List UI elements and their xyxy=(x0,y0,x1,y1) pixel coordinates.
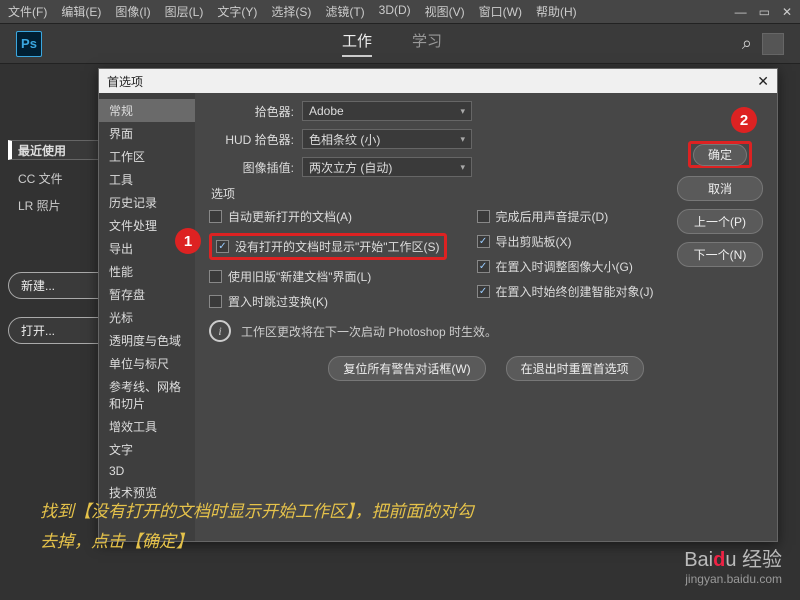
search-icon[interactable]: ⌕ xyxy=(742,33,752,54)
cat-transparency[interactable]: 透明度与色域 xyxy=(99,329,195,352)
app-logo: Ps xyxy=(16,31,42,57)
menu-type[interactable]: 文字(Y) xyxy=(217,3,257,20)
cat-history[interactable]: 历史记录 xyxy=(99,191,195,214)
highlight-ok: 确定 xyxy=(688,141,752,168)
cat-performance[interactable]: 性能 xyxy=(99,260,195,283)
top-toolbar: Ps 工作 学习 ⌕ xyxy=(0,24,800,64)
tab-work[interactable]: 工作 xyxy=(342,30,372,57)
watermark-url: jingyan.baidu.com xyxy=(684,572,782,586)
menu-select[interactable]: 选择(S) xyxy=(271,3,311,20)
tutorial-annotation: 找到【没有打开的文档时显示开始工作区】，把前面的对勾 去掉，点击【确定】 xyxy=(40,497,474,558)
menu-filter[interactable]: 滤镜(T) xyxy=(325,3,364,20)
menu-bar: 文件(F) 编辑(E) 图像(I) 图层(L) 文字(Y) 选择(S) 滤镜(T… xyxy=(0,0,800,24)
menu-window[interactable]: 窗口(W) xyxy=(479,3,522,20)
menu-edit[interactable]: 编辑(E) xyxy=(61,3,101,20)
dialog-action-buttons: 2 确定 取消 上一个(P) 下一个(N) xyxy=(677,107,763,267)
info-icon: i xyxy=(209,320,231,342)
chk-show-start[interactable]: 没有打开的文档时显示"开始"工作区(S) xyxy=(216,238,440,255)
menu-view[interactable]: 视图(V) xyxy=(425,3,465,20)
annotation-badge-1: 1 xyxy=(175,228,201,254)
picker-label: 拾色器: xyxy=(209,103,294,120)
chk-smart-object[interactable]: 在置入时始终创建智能对象(J) xyxy=(477,283,654,300)
watermark-logo: Baidu 经验 xyxy=(684,543,782,572)
menu-layer[interactable]: 图层(L) xyxy=(165,3,204,20)
cat-plugins[interactable]: 增效工具 xyxy=(99,415,195,438)
menu-image[interactable]: 图像(I) xyxy=(115,3,150,20)
preferences-dialog: 首选项 ✕ 常规 界面 工作区 工具 历史记录 文件处理 导出 性能 暂存盘 光… xyxy=(98,68,778,542)
menu-3d[interactable]: 3D(D) xyxy=(379,3,411,20)
tab-learn[interactable]: 学习 xyxy=(412,30,442,57)
cancel-button[interactable]: 取消 xyxy=(677,176,763,201)
cat-scratch[interactable]: 暂存盘 xyxy=(99,283,195,306)
chk-legacy-newdoc[interactable]: 使用旧版"新建文档"界面(L) xyxy=(209,268,447,285)
hud-label: HUD 拾色器: xyxy=(209,131,294,148)
menu-help[interactable]: 帮助(H) xyxy=(536,3,577,20)
cat-3d[interactable]: 3D xyxy=(99,461,195,481)
chk-beep[interactable]: 完成后用声音提示(D) xyxy=(477,208,654,225)
reset-warnings-button[interactable]: 复位所有警告对话框(W) xyxy=(328,356,485,381)
ok-button[interactable]: 确定 xyxy=(693,144,747,166)
next-button[interactable]: 下一个(N) xyxy=(677,242,763,267)
dialog-main: 拾色器: Adobe▾ HUD 拾色器: 色相条纹 (小)▾ 图像插值: 两次立… xyxy=(195,93,777,541)
cat-guides[interactable]: 参考线、网格和切片 xyxy=(99,375,195,415)
cat-type[interactable]: 文字 xyxy=(99,438,195,461)
cat-interface[interactable]: 界面 xyxy=(99,122,195,145)
chk-skip-transform[interactable]: 置入时跳过变换(K) xyxy=(209,293,447,310)
reset-on-quit-button[interactable]: 在退出时重置首选项 xyxy=(506,356,644,381)
cat-workspace[interactable]: 工作区 xyxy=(99,145,195,168)
menu-items: 文件(F) 编辑(E) 图像(I) 图层(L) 文字(Y) 选择(S) 滤镜(T… xyxy=(8,3,577,20)
chk-auto-update[interactable]: 自动更新打开的文档(A) xyxy=(209,208,447,225)
close-icon[interactable]: ✕ xyxy=(782,5,792,19)
interp-select[interactable]: 两次立方 (自动)▾ xyxy=(302,157,472,177)
dialog-title: 首选项 xyxy=(107,73,143,90)
picker-select[interactable]: Adobe▾ xyxy=(302,101,472,121)
prev-button[interactable]: 上一个(P) xyxy=(677,209,763,234)
annotation-badge-2: 2 xyxy=(731,107,757,133)
category-list: 常规 界面 工作区 工具 历史记录 文件处理 导出 性能 暂存盘 光标 透明度与… xyxy=(99,93,195,541)
dialog-close-icon[interactable]: ✕ xyxy=(757,73,769,90)
maximize-icon[interactable]: ▭ xyxy=(759,5,770,19)
interp-label: 图像插值: xyxy=(209,159,294,176)
chk-resize-place[interactable]: 在置入时调整图像大小(G) xyxy=(477,258,654,275)
cat-general[interactable]: 常规 xyxy=(99,99,195,122)
info-text: 工作区更改将在下一次启动 Photoshop 时生效。 xyxy=(241,323,497,340)
menu-file[interactable]: 文件(F) xyxy=(8,3,47,20)
minimize-icon[interactable]: — xyxy=(735,5,747,19)
color-swatch[interactable] xyxy=(762,33,784,55)
cat-cursors[interactable]: 光标 xyxy=(99,306,195,329)
chk-export-clipboard[interactable]: 导出剪贴板(X) xyxy=(477,233,654,250)
cat-tools[interactable]: 工具 xyxy=(99,168,195,191)
dialog-titlebar: 首选项 ✕ xyxy=(99,69,777,93)
cat-units[interactable]: 单位与标尺 xyxy=(99,352,195,375)
highlight-start-workspace: 没有打开的文档时显示"开始"工作区(S) xyxy=(209,233,447,260)
watermark: Baidu 经验 jingyan.baidu.com xyxy=(684,543,782,586)
hud-select[interactable]: 色相条纹 (小)▾ xyxy=(302,129,472,149)
